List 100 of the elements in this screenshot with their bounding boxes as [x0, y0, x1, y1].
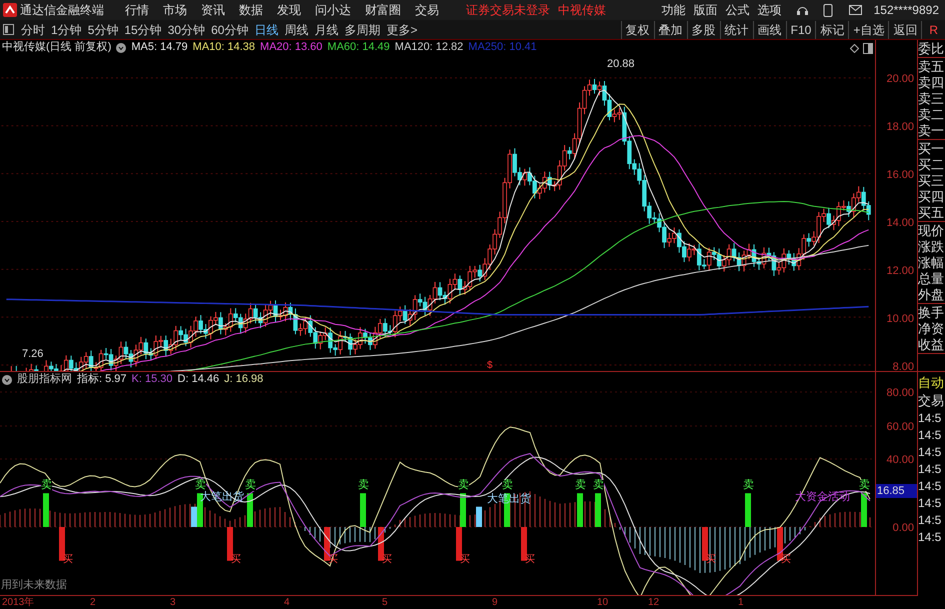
toolbar-button[interactable]: 多股	[686, 20, 720, 38]
event-marker: $	[487, 359, 493, 373]
buy-signal-label: 买	[781, 555, 791, 565]
menu-item[interactable]: 交易	[408, 1, 446, 19]
menu-item[interactable]: 市场	[156, 1, 194, 19]
sell-signal-bar	[595, 493, 601, 527]
low-price-label: 7.26	[22, 347, 44, 362]
axis-label: 18.00	[886, 120, 914, 135]
toolbar-button[interactable]: 统计	[720, 20, 753, 38]
menu-item[interactable]: 资讯	[194, 1, 232, 19]
toolbar-button[interactable]: 复权	[620, 20, 654, 38]
mail-icon[interactable]	[848, 5, 862, 15]
buy-signal-bar	[59, 527, 65, 561]
menu-item[interactable]: 选项	[754, 1, 786, 19]
period-tab[interactable]: 30分钟	[164, 20, 208, 38]
quote-label: 买四	[918, 188, 945, 204]
menu-item[interactable]: 财富圈	[358, 1, 408, 19]
indicator-name: 股朋指标网	[17, 372, 72, 388]
toolbar-button[interactable]: R	[921, 20, 945, 38]
login-status: 证券交易未登录	[466, 2, 550, 19]
quote-label: 外盘	[918, 286, 945, 302]
signal-bar	[476, 506, 482, 527]
trade-time: 14:5	[918, 529, 942, 546]
quote-label: 买三	[918, 172, 945, 188]
quote-label: 卖一	[918, 122, 945, 138]
toolbar-button[interactable]: 标记	[815, 20, 848, 38]
date-label: 2013年	[2, 596, 34, 609]
period-tab[interactable]: 月线	[311, 20, 342, 38]
buy-signal-label: 买	[63, 555, 73, 565]
period-tab[interactable]: 60分钟	[208, 20, 252, 38]
quote-label: 卖五	[918, 58, 945, 74]
user-account[interactable]: 152****9892	[874, 1, 939, 19]
toolbar-button[interactable]: 画线	[752, 20, 786, 38]
sell-signal-bar	[745, 493, 751, 527]
dropdown-icon[interactable]	[116, 42, 126, 52]
quote-label: 卖四	[918, 74, 945, 90]
date-label: 9	[492, 596, 498, 609]
trade-time: 14:5	[918, 512, 942, 529]
date-label: 10	[597, 596, 608, 609]
toolbar-button[interactable]: 叠加	[654, 20, 687, 38]
toolbar-button[interactable]: F10	[786, 20, 816, 38]
period-tab[interactable]: 5分钟	[84, 20, 122, 38]
menu-item[interactable]: 问小达	[308, 1, 358, 19]
toolbar-button[interactable]: 返回	[888, 20, 922, 38]
ma-value: MA60: 14.49	[327, 40, 390, 56]
date-label: 1	[738, 596, 744, 609]
sell-signal-bar	[247, 493, 253, 527]
quote-label: 买五	[918, 204, 945, 220]
toolbar-button[interactable]: +自选	[848, 20, 888, 38]
buy-signal-bar	[521, 527, 527, 561]
menu-item[interactable]: 发现	[270, 1, 308, 19]
indicator-value: 指标: 5.97	[77, 372, 127, 388]
buy-signal-bar	[777, 527, 783, 561]
date-label: 12	[648, 596, 660, 609]
period-tab[interactable]: 1分钟	[48, 20, 85, 38]
sell-signal-label: 卖	[593, 480, 604, 491]
period-tab[interactable]: 分时	[18, 20, 48, 38]
menu-item[interactable]: 功能	[658, 1, 690, 19]
quote-label: 买一	[918, 140, 945, 156]
dropdown-icon[interactable]	[2, 374, 12, 384]
quote-label: 卖二	[918, 106, 945, 122]
quote-label: 换手	[918, 304, 945, 320]
sell-signal-label: 卖	[358, 480, 369, 491]
buy-signal-bar	[324, 527, 330, 561]
axis-label: 8.00	[892, 360, 914, 375]
menu-item[interactable]: 行情	[118, 1, 156, 19]
panel-icon[interactable]	[863, 43, 873, 54]
auto-trade-label[interactable]: 自动	[918, 374, 945, 392]
menu-item[interactable]: 版面	[690, 1, 722, 19]
indicator-value: K: 15.30	[132, 372, 173, 388]
date-label: 3	[170, 596, 176, 609]
period-tab[interactable]: 日线	[251, 20, 282, 38]
ma-value: MA10: 14.38	[192, 40, 256, 56]
quote-label: 涨跌	[918, 238, 945, 254]
phone-icon[interactable]	[822, 4, 833, 16]
panel-toggle-icon[interactable]	[3, 24, 14, 35]
diamond-icon[interactable]	[850, 44, 859, 53]
sell-signal-bar	[43, 493, 49, 527]
period-tab[interactable]: 更多>	[383, 20, 420, 38]
trade-label[interactable]: 交易	[918, 392, 945, 410]
period-tab[interactable]: 多周期	[341, 20, 384, 38]
date-label: 2	[90, 596, 96, 609]
menu-item[interactable]: 公式	[722, 1, 754, 19]
buy-signal-label: 买	[460, 555, 470, 565]
quote-label: 净资	[918, 320, 945, 336]
date-label: 4	[284, 596, 290, 609]
axis-label: 16.00	[886, 168, 914, 183]
menu-item[interactable]: 数据	[232, 1, 270, 19]
quote-label: 收益	[918, 336, 945, 352]
buy-signal-bar	[456, 527, 462, 561]
buy-signal-bar	[702, 527, 708, 561]
period-tab[interactable]: 周线	[281, 20, 312, 38]
high-price-label: 20.88	[607, 57, 635, 72]
period-tab[interactable]: 15分钟	[121, 20, 165, 38]
signal-bar	[191, 506, 197, 527]
logo-icon	[3, 3, 17, 17]
quote-label: 买二	[918, 156, 945, 172]
buy-signal-label: 买	[231, 555, 241, 565]
sell-signal-label: 卖	[458, 480, 469, 491]
sell-signal-label: 卖	[502, 480, 513, 491]
